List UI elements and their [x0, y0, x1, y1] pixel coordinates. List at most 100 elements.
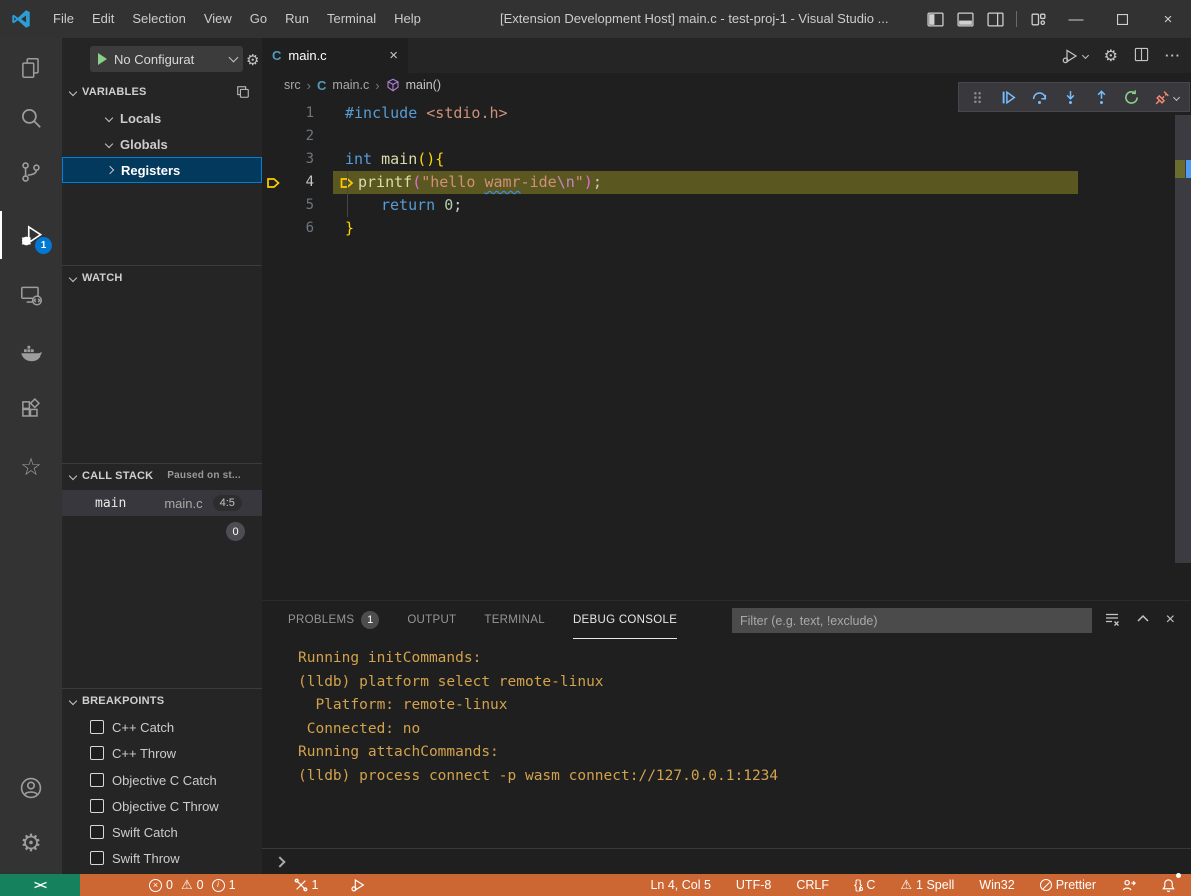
close-window-button[interactable]: ×: [1145, 0, 1191, 38]
breakpoint-checkbox[interactable]: [90, 799, 104, 813]
editor-scrollbar[interactable]: [1175, 115, 1191, 563]
run-or-debug-button[interactable]: [1061, 47, 1088, 65]
clear-console-icon[interactable]: [1104, 611, 1120, 630]
extensions-icon[interactable]: [0, 386, 62, 434]
menu-go[interactable]: Go: [241, 6, 276, 32]
tab-terminal[interactable]: TERMINAL: [484, 601, 545, 639]
close-tab-icon[interactable]: ×: [389, 47, 398, 64]
continue-button[interactable]: [996, 85, 1021, 109]
gutter-glyph-margin[interactable]: [262, 194, 286, 217]
step-over-button[interactable]: [1027, 85, 1052, 109]
settings-gear-icon[interactable]: ⚙: [0, 820, 62, 868]
menu-terminal[interactable]: Terminal: [318, 6, 385, 32]
restart-button[interactable]: [1120, 85, 1145, 109]
maximize-button[interactable]: [1099, 0, 1145, 38]
variables-section-header[interactable]: VARIABLES: [62, 80, 262, 104]
breakpoints-section-header[interactable]: BREAKPOINTS: [62, 688, 262, 712]
breakpoint-row[interactable]: Objective C Catch: [62, 767, 262, 793]
menu-help[interactable]: Help: [385, 6, 430, 32]
ruler-marker-blue: [1186, 160, 1191, 178]
minimize-button[interactable]: —: [1053, 0, 1099, 38]
tools-status-item[interactable]: 1: [291, 874, 322, 896]
step-into-button[interactable]: [1058, 85, 1083, 109]
remote-indicator[interactable]: ><: [0, 874, 80, 896]
menu-selection[interactable]: Selection: [123, 6, 194, 32]
problems-status-item[interactable]: × 0 ⚠ 0 i 1: [146, 874, 239, 896]
cursor-position-item[interactable]: Ln 4, Col 5: [647, 874, 713, 896]
account-icon[interactable]: [0, 764, 62, 812]
notifications-item[interactable]: [1158, 874, 1179, 896]
tab-output[interactable]: OUTPUT: [407, 601, 456, 639]
breakpoint-checkbox[interactable]: [90, 825, 104, 839]
source-control-icon[interactable]: [0, 148, 62, 196]
watch-section-header[interactable]: WATCH: [62, 265, 262, 289]
language-mode-item[interactable]: {} C: [851, 874, 878, 896]
breakpoint-checkbox[interactable]: [90, 720, 104, 734]
step-out-button[interactable]: [1089, 85, 1114, 109]
run-and-debug-icon[interactable]: 1: [0, 211, 62, 259]
gutter-glyph-margin[interactable]: [262, 148, 286, 171]
editor-settings-gear-icon[interactable]: ⚙: [1104, 46, 1118, 66]
menu-edit[interactable]: Edit: [83, 6, 123, 32]
bell-icon: [1161, 878, 1176, 893]
gutter-glyph-margin[interactable]: [262, 125, 286, 148]
toggle-sidebar-icon[interactable]: [920, 5, 950, 33]
debug-config-dropdown[interactable]: No Configurat: [90, 46, 243, 72]
start-debug-icon[interactable]: [98, 53, 107, 65]
breadcrumb-folder[interactable]: src: [284, 78, 301, 92]
spell-checker-item[interactable]: ⚠ 1 Spell: [897, 874, 957, 896]
menu-run[interactable]: Run: [276, 6, 318, 32]
tab-problems[interactable]: PROBLEMS 1: [288, 601, 379, 639]
maximize-panel-icon[interactable]: [1136, 612, 1150, 629]
split-editor-icon[interactable]: [1134, 47, 1149, 65]
variables-locals-row[interactable]: Locals: [62, 105, 262, 131]
variables-globals-row[interactable]: Globals: [62, 131, 262, 157]
breakpoint-row[interactable]: Swift Throw: [62, 845, 262, 871]
debug-status-item[interactable]: [347, 874, 369, 896]
eol-item[interactable]: CRLF: [793, 874, 832, 896]
breakpoint-row[interactable]: Objective C Throw: [62, 793, 262, 819]
code-editor[interactable]: 1 #include <stdio.h> 2 3 int main(){ 4: [262, 97, 1191, 600]
star-extension-icon[interactable]: ☆: [0, 444, 62, 492]
toggle-panel-icon[interactable]: [950, 5, 980, 33]
customize-layout-icon[interactable]: [1023, 5, 1053, 33]
breadcrumb-symbol[interactable]: main(): [406, 78, 441, 92]
output-label: OUTPUT: [407, 614, 456, 626]
encoding-item[interactable]: UTF-8: [733, 874, 774, 896]
variables-registers-row[interactable]: Registers: [62, 157, 262, 183]
docker-icon[interactable]: [0, 328, 62, 376]
debug-gear-icon[interactable]: ⚙: [246, 51, 259, 69]
breakpoint-row[interactable]: C++ Throw: [62, 740, 262, 766]
toggle-secondary-sidebar-icon[interactable]: [980, 5, 1010, 33]
menu-file[interactable]: File: [44, 6, 83, 32]
copy-icon[interactable]: [236, 85, 250, 99]
feedback-item[interactable]: [1118, 874, 1139, 896]
breakpoint-checkbox[interactable]: [90, 773, 104, 787]
disconnect-button[interactable]: [1150, 85, 1183, 109]
search-icon[interactable]: [0, 94, 62, 142]
platform-item[interactable]: Win32: [976, 874, 1017, 896]
gutter-glyph-margin[interactable]: [262, 171, 286, 194]
formatter-item[interactable]: Prettier: [1037, 874, 1099, 896]
menu-view[interactable]: View: [195, 6, 241, 32]
gutter-glyph-margin[interactable]: [262, 217, 286, 240]
vscode-logo-icon: [10, 8, 32, 30]
stack-frame-row[interactable]: main main.c 4:5: [62, 490, 262, 516]
console-filter-input[interactable]: [732, 608, 1092, 633]
breadcrumb-file[interactable]: main.c: [332, 78, 369, 92]
tab-debug-console[interactable]: DEBUG CONSOLE: [573, 601, 677, 639]
breakpoint-row[interactable]: C++ Catch: [62, 714, 262, 740]
remote-explorer-icon[interactable]: [0, 271, 62, 319]
code-token: (){: [417, 150, 444, 168]
more-actions-icon[interactable]: ···: [1165, 48, 1181, 63]
breakpoint-checkbox[interactable]: [90, 746, 104, 760]
debug-console-input[interactable]: [262, 848, 1191, 874]
breakpoint-checkbox[interactable]: [90, 851, 104, 865]
breakpoint-row[interactable]: Swift Catch: [62, 819, 262, 845]
tab-main-c[interactable]: C main.c ×: [262, 38, 408, 73]
close-panel-icon[interactable]: ×: [1166, 611, 1175, 629]
gutter-glyph-margin[interactable]: [262, 102, 286, 125]
call-stack-section-header[interactable]: CALL STACK Paused on st...: [62, 463, 262, 487]
explorer-icon[interactable]: [0, 44, 62, 92]
toolbar-drag-grip[interactable]: [965, 85, 990, 109]
